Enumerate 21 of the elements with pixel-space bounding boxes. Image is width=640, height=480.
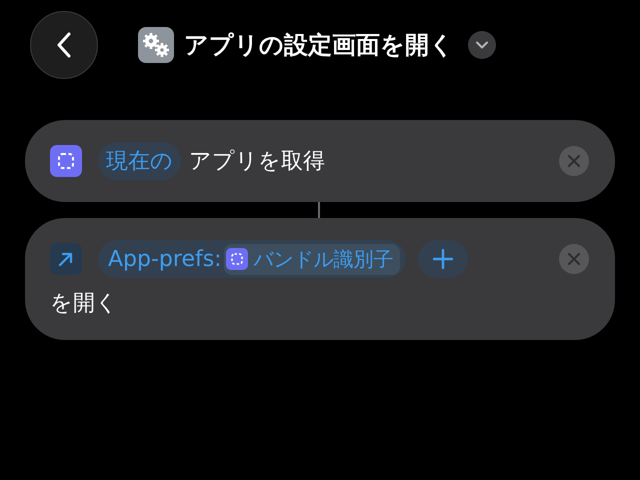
- parameter-token[interactable]: 現在の: [98, 142, 181, 180]
- dashed-square-icon: [50, 145, 82, 177]
- dashed-square-icon: [226, 248, 248, 270]
- expand-button[interactable]: [468, 31, 496, 59]
- shortcut-title: アプリの設定画面を開く: [184, 30, 454, 61]
- arrow-up-right-icon: [50, 243, 82, 275]
- action-card[interactable]: App-prefs: バンドル識別子 を開く: [25, 218, 615, 340]
- action-text: を開く: [50, 290, 118, 318]
- url-token[interactable]: App-prefs: バンドル識別子: [98, 240, 406, 278]
- gears-icon: [138, 27, 174, 63]
- close-icon: [568, 253, 580, 265]
- action-text: アプリを取得: [189, 148, 325, 176]
- variable-name: バンドル識別子: [254, 246, 394, 272]
- chevron-left-icon: [56, 32, 72, 58]
- url-text: App-prefs:: [108, 246, 222, 272]
- plus-icon: [432, 249, 453, 269]
- action-card[interactable]: 現在の アプリを取得: [25, 120, 615, 202]
- close-icon: [568, 155, 580, 167]
- chevron-down-icon: [476, 41, 488, 49]
- variable-token[interactable]: バンドル識別子: [224, 244, 400, 274]
- add-button[interactable]: [418, 240, 468, 278]
